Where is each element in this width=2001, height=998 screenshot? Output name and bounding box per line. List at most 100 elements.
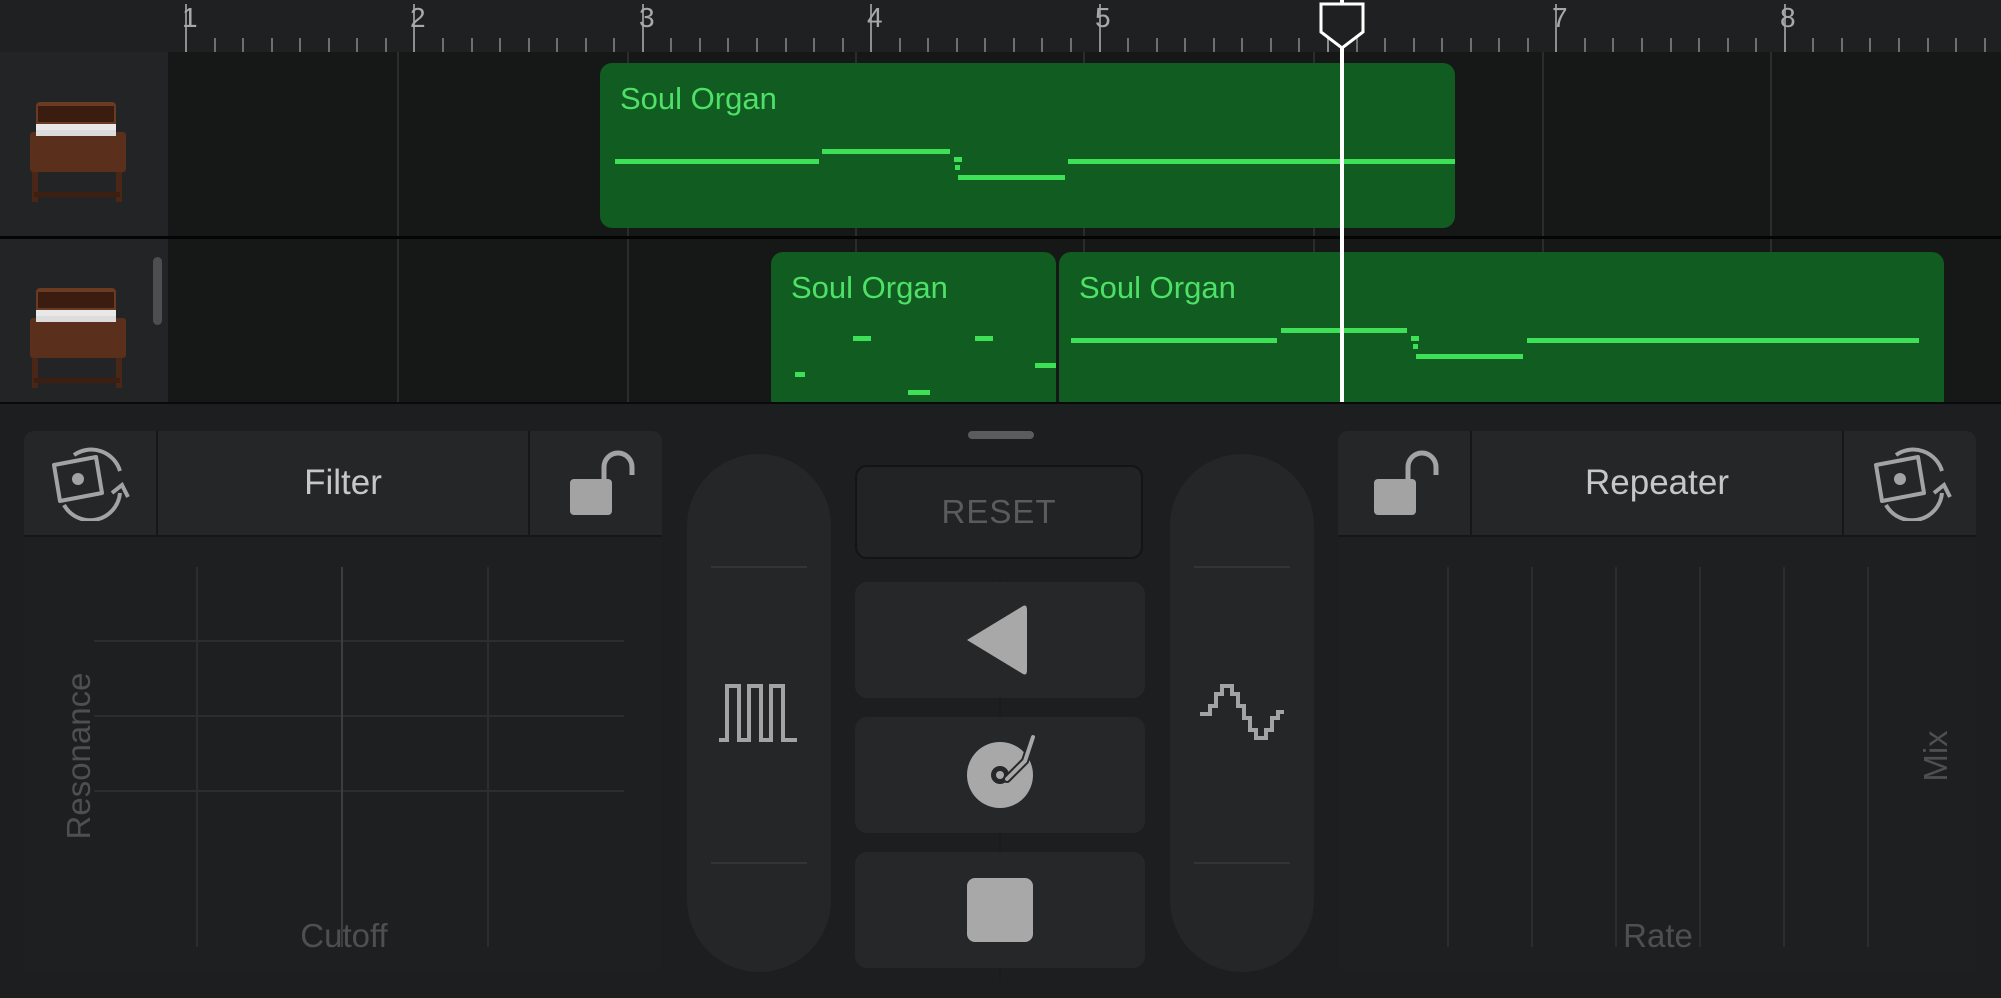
ruler-tick: [785, 38, 787, 52]
midi-note: [958, 175, 1065, 180]
ruler-tick: [613, 38, 615, 52]
repeater-panel-header: Repeater: [1338, 431, 1976, 537]
ruler-tick: [1955, 38, 1957, 52]
remix-fx-controls: Filter Resonance Cutoff RESET Repeater M…: [0, 402, 2001, 998]
filter-panel-header: Filter: [24, 431, 662, 537]
repeater-panel: Repeater Mix Rate: [1338, 431, 1976, 973]
midi-note: [908, 390, 930, 395]
cutoff-axis-label: Cutoff: [300, 917, 388, 954]
ruler-tick: [1013, 38, 1015, 52]
ruler-tick: [1298, 38, 1300, 52]
bar-number-8: 8: [1780, 2, 1796, 33]
ruler-tick: [813, 38, 815, 52]
reverse-button[interactable]: [855, 582, 1145, 698]
ruler-tick: [1612, 38, 1614, 52]
ruler-tick: [1869, 38, 1871, 52]
bar-number-5: 5: [1095, 2, 1111, 33]
repeater-title: Repeater: [1585, 463, 1729, 502]
bar-gridline: [397, 52, 399, 402]
track-separator: [0, 236, 2001, 239]
ruler-tick: [1184, 38, 1186, 52]
reset-button[interactable]: RESET: [855, 465, 1143, 559]
ruler-tick: [356, 38, 358, 52]
ruler-tick: [699, 38, 701, 52]
bar-number-4: 4: [867, 2, 883, 33]
track-1-organ-icon[interactable]: [22, 94, 132, 206]
midi-note: [975, 336, 993, 341]
ruler-tick: [214, 38, 216, 52]
slider-mark: [711, 566, 807, 568]
panel-grabber[interactable]: [968, 431, 1034, 439]
midi-note: [1035, 363, 1056, 368]
ruler-tick: [1727, 38, 1729, 52]
midi-note: [822, 149, 950, 154]
midi-note: [615, 159, 819, 164]
bar-number-7: 7: [1552, 2, 1568, 33]
ruler-tick: [984, 38, 986, 52]
ruler-tick: [271, 38, 273, 52]
live-loops-remix-fx: 1 2 3 4 5 6 7 8: [0, 0, 2001, 998]
playhead-handle[interactable]: [1318, 2, 1366, 50]
ruler-tick: [1156, 38, 1158, 52]
ruler-tick: [1270, 38, 1272, 52]
filter-title: Filter: [304, 463, 382, 502]
filter-panel: Filter Resonance Cutoff: [24, 431, 662, 973]
slider-mark: [711, 862, 807, 864]
downsampler-slider[interactable]: [1170, 454, 1314, 972]
tracks-area[interactable]: Soul Organ Soul Organ Soul Organ: [0, 0, 2001, 422]
ruler-tick: [1127, 38, 1129, 52]
ruler-tick: [1384, 38, 1386, 52]
ruler-tick: [1070, 38, 1072, 52]
ruler-tick: [1898, 38, 1900, 52]
unlock-icon[interactable]: [1364, 445, 1444, 521]
unlock-icon[interactable]: [560, 445, 640, 521]
ruler-tick: [1984, 38, 1986, 52]
region-soul-organ[interactable]: Soul Organ: [600, 63, 1455, 228]
ruler-tick: [1413, 38, 1415, 52]
midi-note: [1068, 159, 1455, 164]
midi-note: [1527, 338, 1919, 343]
ruler-tick: [670, 38, 672, 52]
ruler-header-spacer: [0, 0, 168, 52]
repeater-xy-pad[interactable]: Mix Rate: [1338, 537, 1976, 973]
ruler-tick: [556, 38, 558, 52]
midi-note: [1071, 338, 1277, 343]
slider-mark: [1194, 862, 1290, 864]
ruler-tick: [242, 38, 244, 52]
region-soul-organ[interactable]: Soul Organ: [1059, 252, 1944, 422]
ruler-tick: [1927, 38, 1929, 52]
midi-note: [1413, 344, 1418, 349]
divider: [528, 431, 530, 535]
ruler-tick: [1641, 38, 1643, 52]
ruler-tick: [727, 38, 729, 52]
stepped-sine-icon: [1196, 678, 1288, 748]
region-name: Soul Organ: [791, 270, 948, 305]
gate-slider[interactable]: [687, 454, 831, 972]
bar-number-2: 2: [410, 2, 426, 33]
ruler-tick: [442, 38, 444, 52]
ruler-tick: [1470, 38, 1472, 52]
ruler-tick: [756, 38, 758, 52]
timeline-ruler[interactable]: 1 2 3 4 5 6 7 8: [0, 0, 2001, 54]
ruler-tick: [927, 38, 929, 52]
track-2-organ-icon[interactable]: [22, 280, 132, 392]
divider: [1842, 431, 1844, 535]
ruler-tick: [299, 38, 301, 52]
midi-note: [795, 372, 805, 377]
tape-stop-button[interactable]: [855, 717, 1145, 833]
track-scrollbar[interactable]: [153, 257, 162, 325]
turntable-stop-button[interactable]: [855, 852, 1145, 968]
ruler-tick: [1812, 38, 1814, 52]
region-soul-organ[interactable]: Soul Organ: [771, 252, 1056, 422]
ruler-tick: [1498, 38, 1500, 52]
ruler-tick: [499, 38, 501, 52]
region-name: Soul Organ: [1079, 270, 1236, 305]
playhead-line[interactable]: [1340, 0, 1344, 402]
bar-number-3: 3: [639, 2, 655, 33]
region-name: Soul Organ: [620, 81, 777, 116]
filter-xy-pad[interactable]: Resonance Cutoff: [24, 537, 662, 973]
mix-axis-label: Mix: [1917, 730, 1954, 782]
square-wave-icon: [715, 678, 803, 748]
record-rotate-icon[interactable]: [44, 445, 134, 523]
record-rotate-icon[interactable]: [1866, 445, 1956, 523]
